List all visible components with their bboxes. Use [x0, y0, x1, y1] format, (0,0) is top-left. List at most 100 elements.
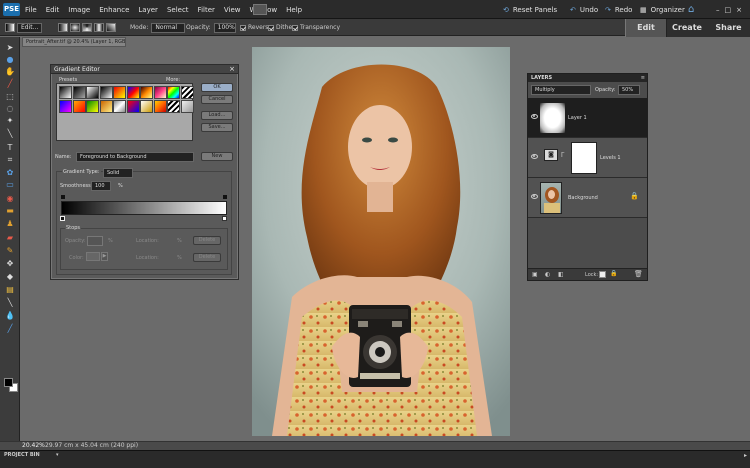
gradient-preset-swatch[interactable] [59, 100, 72, 113]
gradient-preset-swatch[interactable] [140, 100, 153, 113]
menu-enhance[interactable]: Enhance [99, 6, 129, 14]
gradient-preset-swatch[interactable] [86, 86, 99, 99]
menu-filter[interactable]: Filter [198, 6, 215, 14]
home-icon[interactable]: ⌂ [688, 0, 694, 19]
gradient-preset-swatch[interactable] [180, 100, 194, 113]
document-tab[interactable]: Portrait_After.tif @ 20.4% (Layer 1, RGB… [22, 37, 126, 47]
new-gradient-button[interactable]: New [201, 152, 233, 161]
gradient-preset-swatch[interactable] [140, 86, 153, 99]
gradient-type-select[interactable]: Solid [103, 168, 133, 178]
visibility-eye-icon[interactable] [531, 194, 538, 199]
opacity-input[interactable]: 100% [213, 22, 236, 33]
project-bin-chevron-icon[interactable]: ▾ [56, 452, 59, 458]
gradient-preset-swatch[interactable] [180, 86, 194, 99]
organizer-button[interactable]: ▦ Organizer [640, 0, 685, 19]
new-layer-icon[interactable]: ▣ [532, 271, 538, 278]
close-dialog-icon[interactable]: × [229, 65, 235, 74]
menu-layer[interactable]: Layer [138, 6, 158, 14]
menu-file[interactable]: File [25, 6, 37, 14]
cancel-button[interactable]: Cancel [201, 95, 233, 104]
radial-gradient-icon[interactable] [70, 23, 80, 32]
load-button[interactable]: Load... [201, 111, 233, 120]
color-stop-right[interactable] [222, 216, 227, 221]
linear-gradient-icon[interactable] [58, 23, 68, 32]
gradient-preset-swatch[interactable] [113, 86, 126, 99]
gradient-preset-swatch[interactable] [86, 100, 99, 113]
visibility-eye-icon[interactable] [531, 154, 538, 159]
opacity-stop-left[interactable] [61, 195, 65, 199]
gradient-preset-swatch[interactable] [167, 86, 180, 99]
angle-gradient-icon[interactable] [82, 23, 92, 32]
gradient-preset-swatch[interactable] [72, 86, 86, 99]
dither-checkbox[interactable]: Dither [268, 22, 295, 33]
save-button[interactable]: Save... [201, 123, 233, 132]
transparency-checkbox[interactable]: Transparency [292, 22, 340, 33]
gradient-preset-swatch[interactable] [72, 100, 86, 113]
menu-select[interactable]: Select [167, 6, 189, 14]
edit-gradient-button[interactable]: Edit... [17, 22, 43, 33]
smart-brush-tool-icon[interactable]: ✥ [4, 259, 16, 268]
smoothness-input[interactable]: 100 [91, 181, 111, 191]
maximize-icon[interactable]: □ [725, 6, 732, 14]
menu-help[interactable]: Help [286, 6, 302, 14]
blur-tool-icon[interactable]: 💧 [4, 311, 16, 320]
sponge-tool-icon[interactable]: ╱ [4, 324, 16, 333]
reset-panels-button[interactable]: ⟲ Reset Panels [503, 0, 557, 19]
move-tool-icon[interactable]: ➤ [4, 43, 16, 52]
lock-transparent-icon[interactable] [599, 271, 606, 278]
redo-button[interactable]: ↷ Redo [605, 0, 632, 19]
red-eye-tool-icon[interactable]: ◉ [4, 194, 16, 203]
layer-row-layer-1[interactable]: Layer 1 [528, 98, 647, 138]
clone-stamp-tool-icon[interactable]: ♟ [4, 219, 16, 228]
zoom-tool-icon[interactable]: ● [4, 55, 16, 64]
tab-edit[interactable]: Edit [625, 19, 667, 37]
new-adjustment-layer-icon[interactable]: ◐ [545, 271, 550, 278]
crop-tool-icon[interactable]: ⌗ [4, 155, 16, 164]
paint-bucket-tool-icon[interactable]: ◆ [4, 272, 16, 281]
layer-style-icon[interactable]: ◧ [558, 271, 564, 278]
selection-brush-tool-icon[interactable]: ╲ [4, 129, 16, 138]
gradient-preset-swatch[interactable] [59, 86, 72, 99]
tab-share[interactable]: Share [707, 19, 750, 37]
project-bin-scroll-icon[interactable]: ▸ [744, 452, 747, 459]
gradient-tool-icon[interactable]: ▤ [4, 285, 16, 294]
lock-all-icon[interactable]: 🔒 [610, 270, 617, 277]
foreground-color-swatch[interactable] [4, 378, 13, 387]
magic-wand-tool-icon[interactable]: ✦ [4, 116, 16, 125]
lasso-tool-icon[interactable]: ◌ [4, 104, 16, 113]
zoom-level[interactable]: 20.42% [22, 442, 45, 450]
tab-create[interactable]: Create [667, 19, 707, 37]
layer-opacity-input[interactable]: 50% [618, 85, 640, 95]
brush-tool-icon[interactable]: ✎ [4, 246, 16, 255]
project-bin-label[interactable]: PROJECT BIN [4, 452, 40, 458]
gradient-picker[interactable]: Edit... [5, 22, 43, 33]
straighten-tool-icon[interactable]: ▭ [4, 180, 16, 189]
layers-panel-title[interactable]: LAYERS [528, 74, 647, 82]
menu-image[interactable]: Image [68, 6, 90, 14]
color-swatches[interactable] [4, 378, 18, 392]
reflected-gradient-icon[interactable] [94, 23, 104, 32]
gradient-name-input[interactable]: Foreground to Background [76, 152, 194, 162]
type-tool-icon[interactable]: T [4, 143, 16, 152]
diamond-gradient-icon[interactable] [106, 23, 116, 32]
color-stop-left[interactable] [60, 216, 65, 221]
gradient-preset-swatch[interactable] [126, 86, 140, 99]
trash-icon[interactable]: 🗑 [634, 270, 643, 278]
spot-healing-tool-icon[interactable]: ▬ [4, 206, 16, 215]
gradient-preset-swatch[interactable] [99, 100, 113, 113]
marquee-tool-icon[interactable]: ⬚ [4, 92, 16, 101]
menu-view[interactable]: View [224, 6, 241, 14]
hand-tool-icon[interactable]: ✋ [4, 67, 16, 76]
opacity-stop-right[interactable] [223, 195, 227, 199]
close-icon[interactable]: × [736, 6, 742, 14]
gradient-preview-bar[interactable] [61, 201, 227, 215]
layer-row-levels-1[interactable]: ◙ ᒥ Levels 1 [528, 138, 647, 178]
minimize-icon[interactable]: – [716, 6, 720, 14]
blend-mode-select[interactable]: Multiply [531, 85, 591, 95]
layer-row-background[interactable]: Background 🔒 [528, 178, 647, 218]
ok-button[interactable]: OK [201, 83, 233, 92]
undo-button[interactable]: ↶ Undo [570, 0, 598, 19]
window-controls[interactable]: – □ × [716, 0, 742, 19]
document-canvas[interactable] [252, 47, 510, 436]
gradient-preset-swatch[interactable] [126, 100, 140, 113]
